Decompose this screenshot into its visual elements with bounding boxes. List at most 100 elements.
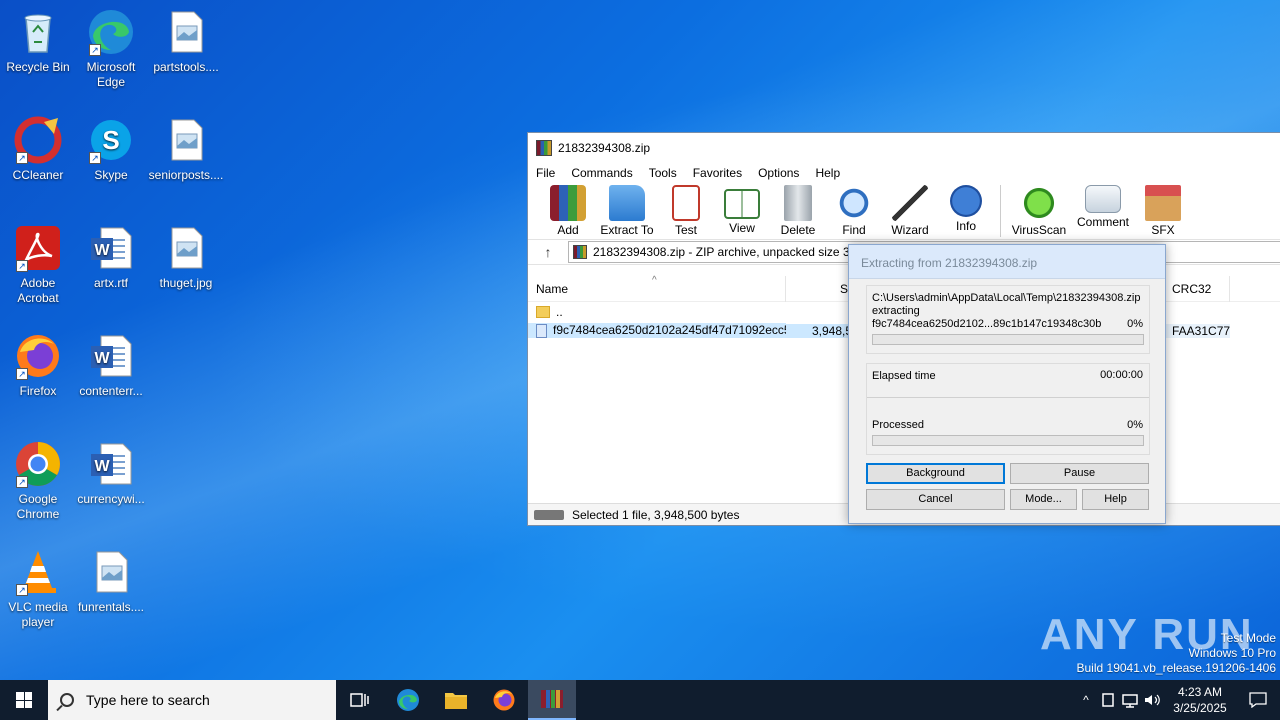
desktop-icon-firefox[interactable]: ↗ Firefox (0, 332, 76, 399)
menu-file[interactable]: File (536, 166, 555, 180)
notification-icon (1249, 692, 1267, 708)
extract-to-button[interactable]: Extract To (596, 185, 658, 237)
comment-button[interactable]: Comment (1071, 185, 1135, 229)
desktop-icon-thuget[interactable]: thuget.jpg (148, 224, 224, 291)
winrar-icon (541, 690, 563, 708)
desktop-icon-google-chrome[interactable]: ↗ Google Chrome (0, 440, 76, 522)
desktop-icon-seniorposts[interactable]: seniorposts.... (148, 116, 224, 183)
clock-date: 3/25/2025 (1173, 701, 1227, 715)
desktop-icon-label: Firefox (19, 384, 57, 398)
help-button[interactable]: Help (1082, 489, 1149, 510)
menu-help[interactable]: Help (815, 166, 840, 180)
device-icon[interactable] (1098, 692, 1120, 708)
windows-logo-icon (16, 692, 32, 708)
network-icon[interactable] (1120, 692, 1142, 708)
desktop-icon-label: funrentals.... (77, 600, 145, 614)
pause-button[interactable]: Pause (1010, 463, 1149, 484)
folder-extract-icon (609, 185, 645, 221)
virusscan-button[interactable]: VirusScan (1007, 185, 1071, 237)
chevron-up-icon[interactable]: ^ (1074, 693, 1098, 707)
menu-bar: File Commands Tools Favorites Options He… (528, 163, 1280, 183)
image-file-icon (162, 8, 210, 56)
sfx-button[interactable]: SFX (1135, 185, 1191, 237)
mode-button[interactable]: Mode... (1010, 489, 1077, 510)
task-view-icon (350, 693, 369, 707)
taskbar-search-box[interactable]: Type here to search (48, 680, 336, 720)
image-file-icon (87, 548, 135, 596)
desktop-icon-partstools[interactable]: partstools.... (148, 8, 224, 75)
desktop-icon-label: artx.rtf (93, 276, 128, 290)
file-icon (536, 323, 547, 338)
shortcut-arrow-icon: ↗ (16, 584, 28, 596)
info-label: Info (955, 219, 976, 233)
comment-label: Comment (1076, 215, 1129, 229)
shortcut-arrow-icon: ↗ (89, 44, 101, 56)
acrobat-icon: ↗ (14, 224, 62, 272)
sfx-label: SFX (1151, 223, 1175, 237)
desktop-icon-ccleaner[interactable]: ↗ CCleaner (0, 116, 76, 183)
file-progress-bar (872, 334, 1144, 345)
desktop-icon-label: Skype (94, 168, 128, 182)
add-button[interactable]: Add (540, 185, 596, 237)
find-label: Find (842, 223, 866, 237)
up-arrow-icon[interactable]: ↑ (528, 244, 568, 260)
column-name[interactable]: Name ^ (528, 275, 786, 302)
view-button[interactable]: View (714, 185, 770, 235)
menu-tools[interactable]: Tools (649, 166, 677, 180)
column-size[interactable]: Si (786, 275, 856, 302)
desktop-icon-contenterr[interactable]: W contenterr... (73, 332, 149, 399)
winrar-archive-icon (573, 245, 587, 259)
desktop-icon-recycle-bin[interactable]: Recycle Bin (0, 8, 76, 75)
processed-label: Processed (872, 419, 924, 431)
firefox-icon: ↗ (14, 332, 62, 380)
wizard-button[interactable]: Wizard (882, 185, 938, 237)
task-view-button[interactable] (336, 680, 384, 720)
taskbar-firefox[interactable] (480, 680, 528, 720)
menu-favorites[interactable]: Favorites (693, 166, 742, 180)
sfx-box-icon (1145, 185, 1181, 221)
taskbar-winrar[interactable] (528, 680, 576, 720)
notifications-button[interactable] (1236, 692, 1280, 708)
volume-icon[interactable] (1142, 692, 1164, 708)
sort-caret-icon: ^ (652, 274, 657, 286)
window-titlebar[interactable]: 21832394308.zip (528, 133, 1280, 163)
desktop-icon-label: Microsoft Edge (86, 60, 136, 89)
desktop-icon-label: Google Chrome (16, 492, 60, 521)
desktop-icon-vlc[interactable]: ↗ VLC media player (0, 548, 76, 630)
skype-icon: S ↗ (87, 116, 135, 164)
clock[interactable]: 4:23 AM 3/25/2025 (1164, 684, 1236, 716)
shortcut-arrow-icon: ↗ (16, 476, 28, 488)
current-file-name: f9c7484cea6250d2102...89c1b147c19348c30b (872, 318, 1102, 330)
desktop-icon-label: partstools.... (153, 60, 219, 74)
desktop-icon-edge[interactable]: ↗ Microsoft Edge (73, 8, 149, 90)
desktop-icon-adobe-acrobat[interactable]: ↗ Adobe Acrobat (0, 224, 76, 306)
elapsed-value: 00:00:00 (1100, 369, 1143, 381)
clipboard-check-icon (672, 185, 700, 221)
column-crc32[interactable]: CRC32 (1164, 275, 1230, 302)
dialog-title[interactable]: Extracting from 21832394308.zip (849, 245, 1165, 279)
desktop-icon-skype[interactable]: S ↗ Skype (73, 116, 149, 183)
taskbar-edge[interactable] (384, 680, 432, 720)
menu-commands[interactable]: Commands (571, 166, 632, 180)
desktop-icon-funrentals[interactable]: funrentals.... (73, 548, 149, 615)
menu-options[interactable]: Options (758, 166, 799, 180)
taskbar-file-explorer[interactable] (432, 680, 480, 720)
start-button[interactable] (0, 680, 48, 720)
cancel-button[interactable]: Cancel (866, 489, 1005, 510)
chrome-icon: ↗ (14, 440, 62, 488)
shortcut-arrow-icon: ↗ (89, 152, 101, 164)
extract-to-label: Extract To (600, 223, 654, 237)
find-button[interactable]: Find (826, 185, 882, 237)
test-label: Test (674, 223, 697, 237)
toolbar: Add Extract To Test View Delete Find Wiz… (528, 183, 1280, 239)
desktop-icon-currencywi[interactable]: W currencywi... (73, 440, 149, 507)
processed-progress-bar (872, 435, 1144, 446)
background-button[interactable]: Background (866, 463, 1005, 484)
info-button[interactable]: Info (938, 185, 994, 233)
winrar-app-icon (536, 140, 552, 156)
info-icon (950, 185, 982, 217)
test-button[interactable]: Test (658, 185, 714, 237)
delete-button[interactable]: Delete (770, 185, 826, 237)
desktop-icon-artx[interactable]: W artx.rtf (73, 224, 149, 291)
view-label: View (729, 221, 755, 235)
